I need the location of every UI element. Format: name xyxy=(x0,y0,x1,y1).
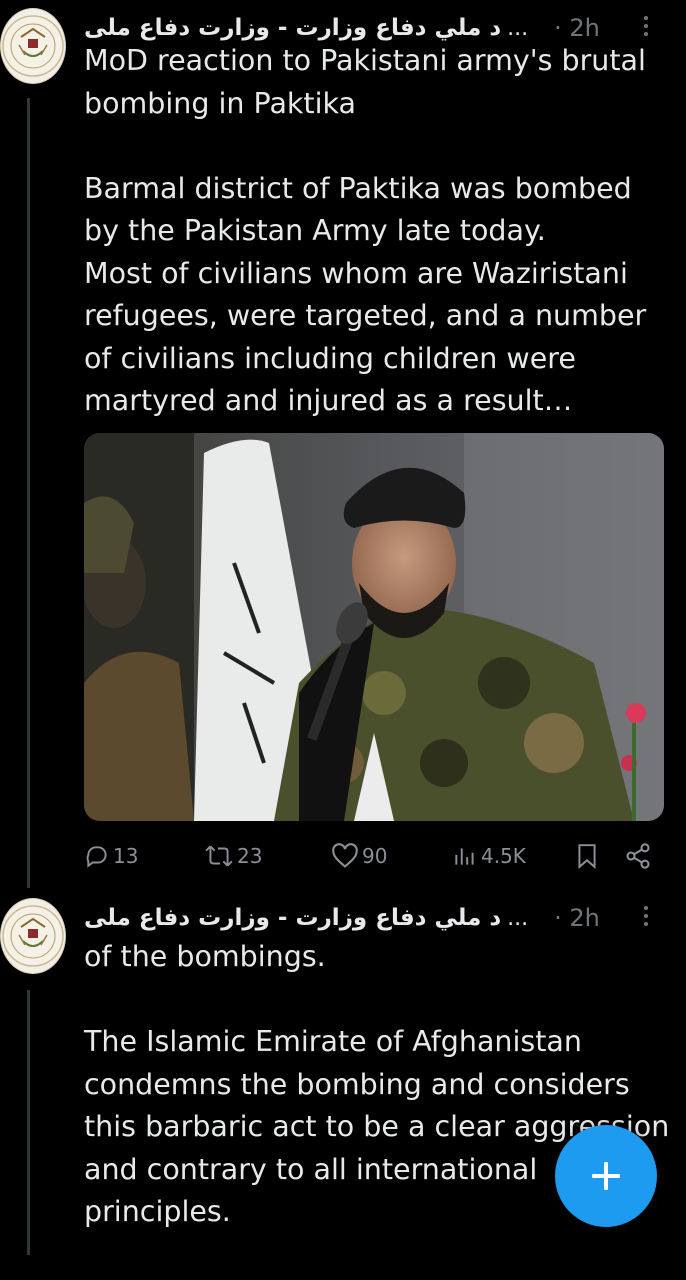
speaker-photo xyxy=(84,433,664,821)
like-button[interactable]: 90 xyxy=(331,838,387,874)
views-button[interactable]: 4.5K xyxy=(452,838,526,874)
tweet-image[interactable] xyxy=(84,433,664,821)
repost-button[interactable]: 23 xyxy=(204,838,262,874)
bookmark-button[interactable] xyxy=(575,838,599,874)
like-count: 90 xyxy=(362,844,388,868)
name-ellipsis: ... xyxy=(507,905,529,931)
name-ellipsis: ... xyxy=(507,15,529,41)
reply-icon xyxy=(86,846,107,868)
timeline: د ملي دفاع وزارت - وزارت دفاع ملی ... · … xyxy=(0,0,686,1280)
repost-icon xyxy=(205,845,233,867)
avatar[interactable] xyxy=(0,8,66,84)
tweet-text: MoD reaction to Pakistani army's brutal … xyxy=(84,44,647,417)
timestamp[interactable]: · 2h xyxy=(554,14,600,42)
share-button[interactable] xyxy=(624,838,652,874)
view-count: 4.5K xyxy=(481,844,526,868)
repost-count: 23 xyxy=(237,844,263,868)
author-name[interactable]: د ملي دفاع وزارت - وزارت دفاع ملی xyxy=(84,15,501,41)
compose-button[interactable] xyxy=(555,1125,657,1227)
timestamp[interactable]: · 2h xyxy=(554,904,600,932)
share-icon xyxy=(626,843,650,869)
ministry-logo-icon xyxy=(2,15,64,77)
avatar[interactable] xyxy=(0,898,66,974)
views-icon xyxy=(455,848,474,865)
author-name[interactable]: د ملي دفاع وزارت - وزارت دفاع ملی xyxy=(84,905,501,931)
more-icon[interactable] xyxy=(634,902,658,932)
reply-count: 13 xyxy=(113,844,139,868)
heart-icon xyxy=(332,843,358,868)
reply-button[interactable]: 13 xyxy=(84,838,138,874)
bookmark-icon xyxy=(578,844,596,869)
tweet-header: د ملي دفاع وزارت - وزارت دفاع ملی ... · … xyxy=(84,898,664,938)
tweet-actions: 13 23 90 4.5K xyxy=(84,838,664,874)
ministry-logo-icon xyxy=(2,905,64,967)
more-icon[interactable] xyxy=(634,12,658,42)
